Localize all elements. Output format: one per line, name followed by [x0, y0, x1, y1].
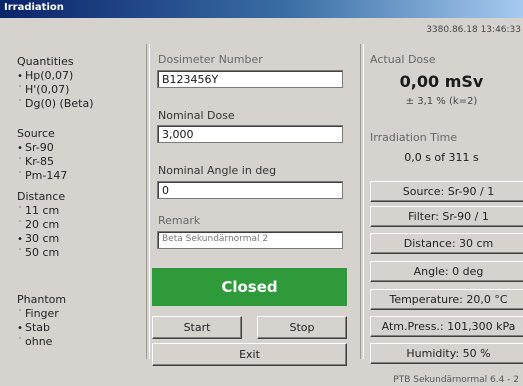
stop-button[interactable]: Stop — [257, 316, 347, 339]
actual-dose-value: 0,00 mSv — [399, 72, 484, 91]
distance-option-1[interactable]: ˙ 20 cm — [17, 218, 142, 232]
radio-unchecked-icon[interactable]: ˙ — [17, 84, 25, 97]
nominal-angle-input[interactable]: 0 — [157, 181, 343, 199]
right-separator — [360, 44, 364, 359]
distance-option-2[interactable]: • 30 cm — [17, 232, 142, 246]
phantom-option-label: Stab — [25, 321, 51, 334]
source-option-label: Pm-147 — [25, 169, 68, 182]
nominal-dose-input[interactable]: 3,000 — [157, 125, 343, 143]
phantom-option-2[interactable]: ˙ ohne — [17, 335, 142, 349]
humidity-info: Humidity: 50 % — [370, 343, 523, 364]
radio-unchecked-icon[interactable]: ˙ — [17, 156, 25, 169]
source-option-1[interactable]: ˙ Kr-85 — [17, 155, 142, 169]
distance-option-label: 50 cm — [25, 246, 60, 259]
remark-input[interactable]: Beta Sekundärnormal 2 — [157, 231, 343, 249]
radio-checked-icon[interactable]: • — [17, 233, 25, 246]
radio-unchecked-icon[interactable]: ˙ — [17, 308, 25, 321]
quantities-option-1[interactable]: ˙ H'(0,07) — [17, 83, 142, 97]
dosimeter-label: Dosimeter Number — [158, 53, 263, 66]
radio-checked-icon[interactable]: • — [17, 70, 25, 83]
irradiation-time-value: 0,0 s of 311 s — [404, 151, 479, 164]
source-info: Source: Sr-90 / 1 — [370, 181, 523, 202]
angle-info: Angle: 0 deg — [370, 261, 523, 282]
dosimeter-input[interactable]: B123456Y — [157, 70, 343, 88]
irradiation-time-label: Irradiation Time — [370, 131, 458, 144]
radio-checked-icon[interactable]: • — [17, 322, 25, 335]
title-bar: Irradiation — [0, 0, 523, 18]
source-group: Source • Sr-90 ˙ Kr-85 ˙ Pm-147 — [17, 127, 142, 183]
left-separator — [146, 44, 150, 359]
source-title: Source — [17, 127, 55, 140]
radio-unchecked-icon[interactable]: ˙ — [17, 247, 25, 260]
actual-dose-label: Actual Dose — [370, 53, 436, 66]
radio-unchecked-icon[interactable]: ˙ — [17, 170, 25, 183]
source-option-label: Sr-90 — [25, 141, 54, 154]
distance-option-label: 20 cm — [25, 218, 60, 231]
status-datetime: 3380.86.18 13:46:33 — [426, 25, 521, 35]
source-option-label: Kr-85 — [25, 155, 54, 168]
distance-group: Distance ˙ 11 cm ˙ 20 cm • 30 cm ˙ 50 cm — [17, 190, 142, 260]
distance-option-3[interactable]: ˙ 50 cm — [17, 246, 142, 260]
radio-unchecked-icon[interactable]: ˙ — [17, 219, 25, 232]
phantom-option-1[interactable]: • Stab — [17, 321, 142, 335]
phantom-option-label: ohne — [25, 335, 53, 348]
status-indicator: Closed — [152, 268, 347, 306]
radio-checked-icon[interactable]: • — [17, 142, 25, 155]
source-option-2[interactable]: ˙ Pm-147 — [17, 169, 142, 183]
nominal-dose-label: Nominal Dose — [158, 109, 235, 122]
phantom-group: Phantom ˙ Finger • Stab ˙ ohne — [17, 293, 142, 349]
exit-button[interactable]: Exit — [152, 343, 347, 366]
quantities-option-label: Dg(0) (Beta) — [25, 97, 94, 110]
actual-dose-uncertainty: ± 3,1 % (k=2) — [405, 96, 478, 107]
start-button[interactable]: Start — [152, 316, 242, 339]
quantities-title: Quantities — [17, 55, 74, 68]
distance-option-label: 11 cm — [25, 204, 60, 217]
filter-info: Filter: Sr-90 / 1 — [370, 206, 523, 227]
temperature-info: Temperature: 20,0 °C — [370, 289, 523, 310]
quantities-option-2[interactable]: ˙ Dg(0) (Beta) — [17, 97, 142, 111]
distance-option-label: 30 cm — [25, 232, 60, 245]
phantom-option-0[interactable]: ˙ Finger — [17, 307, 142, 321]
remark-label: Remark — [158, 214, 201, 227]
distance-title: Distance — [17, 190, 66, 203]
footer-text: PTB Sekundärnormal 6.4 - 2 — [393, 375, 519, 385]
phantom-title: Phantom — [17, 293, 67, 306]
radio-unchecked-icon[interactable]: ˙ — [17, 336, 25, 349]
pressure-info: Atm.Press.: 101,300 kPa — [370, 316, 523, 337]
quantities-option-label: H'(0,07) — [25, 83, 70, 96]
radio-unchecked-icon[interactable]: ˙ — [17, 205, 25, 218]
quantities-option-label: Hp(0,07) — [25, 69, 74, 82]
nominal-angle-label: Nominal Angle in deg — [158, 164, 277, 177]
quantities-option-0[interactable]: • Hp(0,07) — [17, 69, 142, 83]
distance-option-0[interactable]: ˙ 11 cm — [17, 204, 142, 218]
quantities-group: Quantities • Hp(0,07) ˙ H'(0,07) ˙ Dg(0) (Bet… — [17, 55, 142, 111]
source-option-0[interactable]: • Sr-90 — [17, 141, 142, 155]
distance-info: Distance: 30 cm — [370, 233, 523, 254]
window-title: Irradiation — [4, 2, 64, 13]
radio-unchecked-icon[interactable]: ˙ — [17, 98, 25, 111]
phantom-option-label: Finger — [25, 307, 59, 320]
